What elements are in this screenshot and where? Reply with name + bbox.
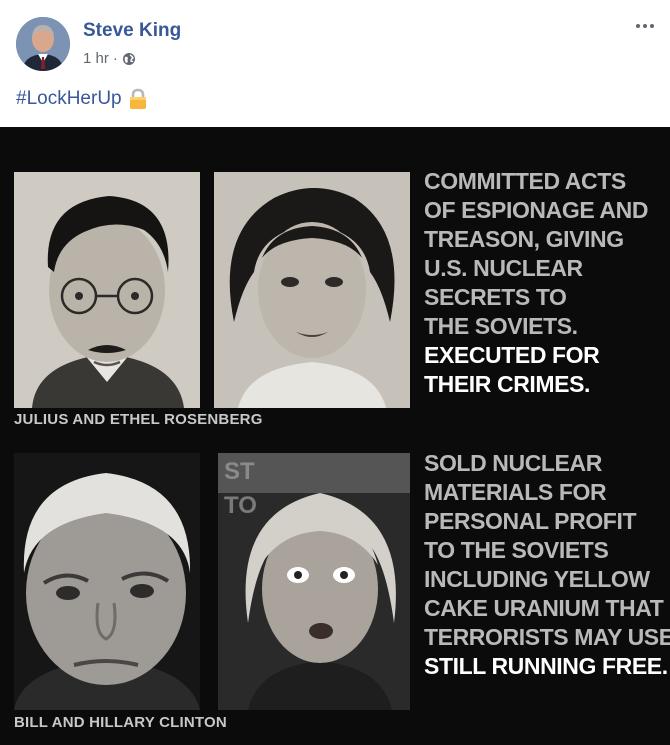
post-text: #LockHerUp [16, 88, 148, 110]
sign-text-2: TO [224, 492, 257, 519]
top-statement-line: THE SOVIETS. [424, 313, 578, 339]
post-meta: 1 hr · [83, 50, 136, 67]
hashtag-link[interactable]: #LockHerUp [16, 88, 122, 110]
top-statement-line: SECRETS TO [424, 284, 567, 310]
bottom-statement-line: TERRORISTS MAY USE. [424, 624, 670, 650]
portrait-julius [14, 172, 200, 408]
portrait-bill [14, 453, 200, 710]
more-dot [636, 24, 640, 28]
top-highlight-line: THEIR CRIMES. [424, 371, 591, 397]
top-highlight-line: EXECUTED FOR [424, 342, 600, 368]
photo-hillary: ST TO [218, 453, 410, 710]
sign-text: ST [224, 458, 255, 485]
avatar-portrait [16, 17, 70, 71]
top-caption: JULIUS AND ETHEL ROSENBERG [14, 411, 263, 428]
bottom-statement: SOLD NUCLEAR MATERIALS FOR PERSONAL PROF… [424, 449, 670, 681]
top-statement-line: COMMITTED ACTS [424, 168, 626, 194]
top-statement: COMMITTED ACTS OF ESPIONAGE AND TREASON,… [424, 167, 664, 399]
post-image[interactable]: JULIUS AND ETHEL ROSENBERG COMMITTED ACT… [0, 127, 670, 745]
photo-julius [14, 172, 200, 408]
author-name[interactable]: Steve King [83, 20, 181, 42]
portrait-hillary: ST TO [218, 453, 410, 710]
top-statement-line: TREASON, GIVING [424, 226, 624, 252]
timestamp[interactable]: 1 hr [83, 50, 109, 67]
meta-separator: · [112, 50, 118, 67]
top-statement-line: U.S. NUCLEAR [424, 255, 583, 281]
bottom-statement-line: INCLUDING YELLOW [424, 566, 650, 592]
top-statement-line: OF ESPIONAGE AND [424, 197, 649, 223]
bottom-statement-line: TO THE SOVIETS [424, 537, 609, 563]
photo-ethel [214, 172, 410, 408]
portrait-ethel [214, 172, 410, 408]
bottom-statement-line: SOLD NUCLEAR [424, 450, 602, 476]
more-options-button[interactable] [632, 16, 658, 36]
bottom-caption: BILL AND HILLARY CLINTON [14, 714, 227, 731]
more-dot [650, 24, 654, 28]
bottom-statement-line: CAKE URANIUM THAT [424, 595, 664, 621]
bottom-highlight-line: STILL RUNNING FREE. [424, 653, 668, 679]
photo-bill [14, 453, 200, 710]
bottom-statement-line: MATERIALS FOR [424, 479, 607, 505]
lock-icon [129, 88, 146, 109]
author-avatar[interactable] [16, 17, 70, 71]
more-dot [643, 24, 647, 28]
bottom-statement-line: PERSONAL PROFIT [424, 508, 637, 534]
facebook-post: Steve King 1 hr · #LockHerUp JULIUS AND … [0, 0, 670, 745]
globe-icon [122, 52, 135, 65]
